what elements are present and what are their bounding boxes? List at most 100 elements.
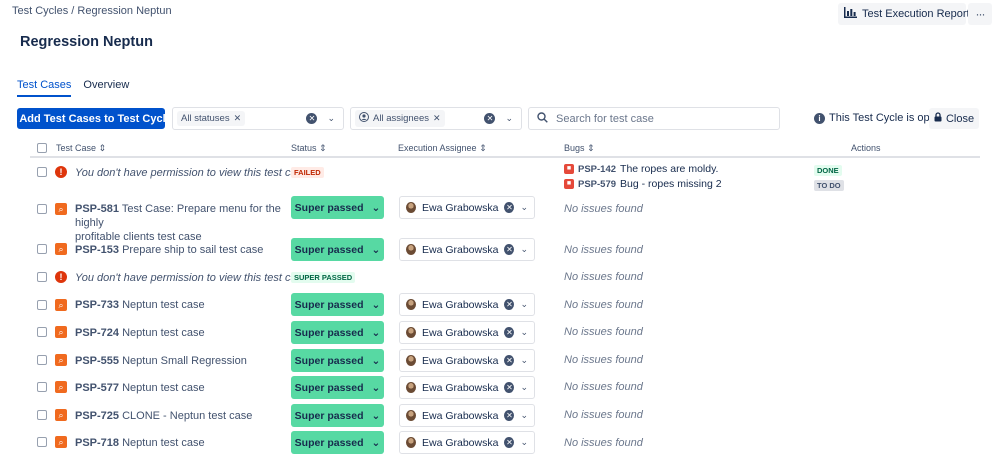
chevron-down-icon[interactable]: ⌄ [327,113,335,124]
row-checkbox[interactable] [37,437,47,447]
assignee-select[interactable]: Ewa Grabowska ✕ ⌄ [399,431,535,454]
clear-icon[interactable]: ✕ [504,355,515,366]
chevron-down-icon[interactable]: ⌄ [505,113,513,124]
chevron-down-icon: ⌄ [371,381,381,394]
test-case-link[interactable]: PSP-581 Test Case: Prepare menu for the … [75,202,285,244]
add-test-cases-button[interactable]: + Add Test Cases to Test Cycle [10,108,172,129]
clear-icon[interactable]: ✕ [504,202,515,213]
test-case-link[interactable]: PSP-724 Neptun test case [75,326,205,340]
tab-overview[interactable]: Overview [83,79,129,97]
status-dropdown[interactable]: Super passed ⌄ [291,196,384,219]
status-dropdown[interactable]: Super passed ⌄ [291,321,384,344]
assignee-select[interactable]: Ewa Grabowska ✕ ⌄ [399,404,535,427]
info-icon: i [814,112,825,124]
chevron-down-icon: ⌄ [520,299,528,309]
chip-remove-icon[interactable]: ✕ [234,113,242,124]
status-dropdown[interactable]: Super passed ⌄ [291,349,384,372]
select-all-checkbox[interactable] [37,143,47,153]
no-issues-text: No issues found [564,409,643,421]
no-issues-text: No issues found [564,326,643,338]
test-case-icon: ⌕ [55,354,67,366]
row-checkbox[interactable] [37,410,47,420]
test-case-icon: ⌕ [55,243,67,255]
search-input[interactable]: Search for test case [528,107,780,130]
test-case-link[interactable]: PSP-733 Neptun test case [75,298,205,312]
status-dropdown[interactable]: Super passed ⌄ [291,431,384,454]
status-filter[interactable]: All statuses ✕ ✕ ⌄ [172,107,344,130]
test-case-link[interactable]: PSP-555 Neptun Small Regression [75,354,247,368]
chevron-down-icon: ⌄ [371,326,381,339]
assignee-select[interactable]: Ewa Grabowska ✕ ⌄ [399,238,535,261]
row-checkbox[interactable] [37,204,47,214]
avatar [406,355,416,366]
column-header-test-case[interactable]: Test Case ⇕ [56,143,106,154]
chevron-down-icon: ⌄ [371,436,381,449]
assignee-filter[interactable]: All assignees ✕ ✕ ⌄ [350,107,522,130]
test-case-no-permission: You don't have permission to view this t… [75,272,309,284]
assignee-select[interactable]: Ewa Grabowska ✕ ⌄ [399,376,535,399]
assignee-select[interactable]: Ewa Grabowska ✕ ⌄ [399,349,535,372]
no-issues-text: No issues found [564,271,643,283]
chevron-down-icon: ⌄ [520,410,528,420]
clear-icon[interactable]: ✕ [504,410,515,421]
chevron-down-icon: ⌄ [520,437,528,447]
clear-icon[interactable]: ✕ [484,113,496,124]
bug-item[interactable]: ■ PSP-579 Bug - ropes missing 2 [564,178,722,190]
lock-icon [934,112,942,125]
person-icon [359,112,369,125]
status-filter-chip[interactable]: All statuses ✕ [177,111,246,126]
test-case-link[interactable]: PSP-153 Prepare ship to sail test case [75,243,263,257]
assignee-select[interactable]: Ewa Grabowska ✕ ⌄ [399,293,535,316]
assignee-select[interactable]: Ewa Grabowska ✕ ⌄ [399,196,535,219]
no-issues-text: No issues found [564,354,643,366]
test-case-icon: ⌕ [55,326,67,338]
no-issues-text: No issues found [564,381,643,393]
clear-icon[interactable]: ✕ [504,327,515,338]
clear-icon[interactable]: ✕ [504,382,515,393]
column-header-assignee[interactable]: Execution Assignee ⇕ [398,143,487,154]
test-execution-report-button[interactable]: Test Execution Report [838,3,970,25]
column-header-status[interactable]: Status ⇕ [291,143,327,154]
chip-remove-icon[interactable]: ✕ [433,113,441,124]
status-dropdown[interactable]: Super passed ⌄ [291,238,384,261]
row-checkbox[interactable] [37,327,47,337]
clear-icon[interactable]: ✕ [504,244,515,255]
test-case-link[interactable]: PSP-577 Neptun test case [75,381,205,395]
chevron-down-icon: ⌄ [371,354,381,367]
warning-icon: ! [55,166,67,178]
clear-icon[interactable]: ✕ [504,437,515,448]
tab-test-cases[interactable]: Test Cases [17,79,72,97]
status-lozenge: SUPER PASSED [291,272,356,283]
avatar [406,327,416,338]
row-checkbox[interactable] [37,355,47,365]
status-dropdown[interactable]: Super passed ⌄ [291,376,384,399]
row-checkbox[interactable] [37,167,47,177]
row-checkbox[interactable] [37,272,47,282]
bug-item[interactable]: ■ PSP-142 The ropes are moldy. [564,163,718,175]
assignee-select[interactable]: Ewa Grabowska ✕ ⌄ [399,321,535,344]
no-issues-text: No issues found [564,244,643,256]
test-case-link[interactable]: PSP-725 CLONE - Neptun test case [75,409,252,423]
clear-icon[interactable]: ✕ [306,113,318,124]
column-header-bugs[interactable]: Bugs ⇕ [564,143,595,154]
breadcrumb[interactable]: Test Cycles / Regression Neptun [12,5,172,17]
status-dropdown[interactable]: Super passed ⌄ [291,293,384,316]
status-lozenge: FAILED [291,167,324,178]
row-checkbox[interactable] [37,244,47,254]
chevron-down-icon: ⌄ [371,201,381,214]
search-icon [537,111,548,126]
test-case-no-permission: You don't have permission to view this t… [75,167,309,179]
close-cycle-button[interactable]: Close [929,108,979,129]
chevron-down-icon: ⌄ [520,382,528,392]
row-checkbox[interactable] [37,382,47,392]
chevron-down-icon: ⌄ [520,244,528,254]
avatar [406,410,416,421]
no-issues-text: No issues found [564,299,643,311]
assignee-filter-chip[interactable]: All assignees ✕ [355,110,445,127]
clear-icon[interactable]: ✕ [504,299,515,310]
test-case-link[interactable]: PSP-718 Neptun test case [75,436,205,450]
more-actions-button[interactable]: ··· [968,3,992,25]
status-dropdown[interactable]: Super passed ⌄ [291,404,384,427]
row-checkbox[interactable] [37,300,47,310]
chevron-down-icon: ⌄ [520,355,528,365]
